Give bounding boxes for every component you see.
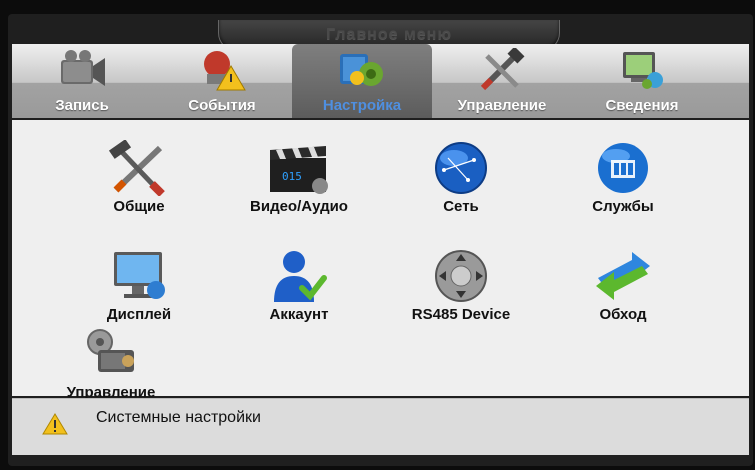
video-camera-icon xyxy=(61,50,105,86)
menu-item-rs485-device-label: RS485 Device xyxy=(411,306,511,323)
clapperboard-icon: 015 xyxy=(270,146,328,194)
hammer-wrench-icon xyxy=(108,140,165,196)
system-info-icon xyxy=(623,52,663,89)
network-globe-icon xyxy=(435,142,487,194)
menu-item-video-audio[interactable]: 015 Видео/Аудио xyxy=(224,140,374,215)
menu-item-network-label: Сеть xyxy=(443,198,479,215)
warning-icon xyxy=(42,413,68,435)
tab-info-label: Сведения xyxy=(605,97,679,114)
tab-settings-label: Настройка xyxy=(322,97,402,114)
tour-arrows-icon xyxy=(596,252,650,300)
menu-item-services-label: Службы xyxy=(592,198,654,215)
camera-gear-icon xyxy=(87,329,134,372)
settings-content-panel: Общие 015 Видео/Аудио Сеть Службы Диспле… xyxy=(12,120,749,401)
tab-events[interactable]: События xyxy=(152,44,292,118)
tab-info[interactable]: Сведения xyxy=(572,44,712,118)
window-title: Главное меню xyxy=(325,26,452,43)
menu-item-rs485-device[interactable]: RS485 Device xyxy=(386,248,536,323)
menu-item-display-label: Дисплей xyxy=(106,306,172,323)
tab-management[interactable]: Управление xyxy=(432,44,572,118)
menu-item-services[interactable]: Службы xyxy=(548,140,698,215)
menu-item-display[interactable]: Дисплей xyxy=(64,248,214,323)
services-globe-icon xyxy=(598,143,648,193)
tab-events-label: События xyxy=(188,97,256,114)
svg-text:015: 015 xyxy=(282,170,302,183)
menu-item-tour-label: Обход xyxy=(599,306,647,323)
menu-item-account[interactable]: Аккаунт xyxy=(224,248,374,323)
user-account-icon xyxy=(274,251,327,302)
menu-item-general-label: Общие xyxy=(113,198,165,215)
menu-item-account-label: Аккаунт xyxy=(269,306,329,323)
tools-icon xyxy=(480,48,525,91)
tab-record[interactable]: Запись xyxy=(12,44,152,118)
alarm-warning-icon xyxy=(204,51,246,91)
menu-item-control[interactable]: Управление xyxy=(36,326,186,401)
menu-item-network[interactable]: Сеть xyxy=(386,140,536,215)
tab-settings[interactable]: Настройка xyxy=(292,44,432,118)
status-text: Системные настройки xyxy=(96,409,261,426)
status-bar: Системные настройки xyxy=(12,398,749,455)
menu-item-general[interactable]: Общие xyxy=(64,140,214,215)
menu-item-video-audio-label: Видео/Аудио xyxy=(250,198,348,215)
display-monitor-icon xyxy=(114,252,165,299)
tab-record-label: Запись xyxy=(55,97,109,114)
menu-item-tour[interactable]: Обход xyxy=(548,248,698,323)
ptz-direction-icon xyxy=(435,250,487,302)
settings-gears-icon xyxy=(340,54,383,86)
tab-management-label: Управление xyxy=(457,97,547,114)
top-nav: Запись События Настройка Управление Свед… xyxy=(12,44,749,118)
